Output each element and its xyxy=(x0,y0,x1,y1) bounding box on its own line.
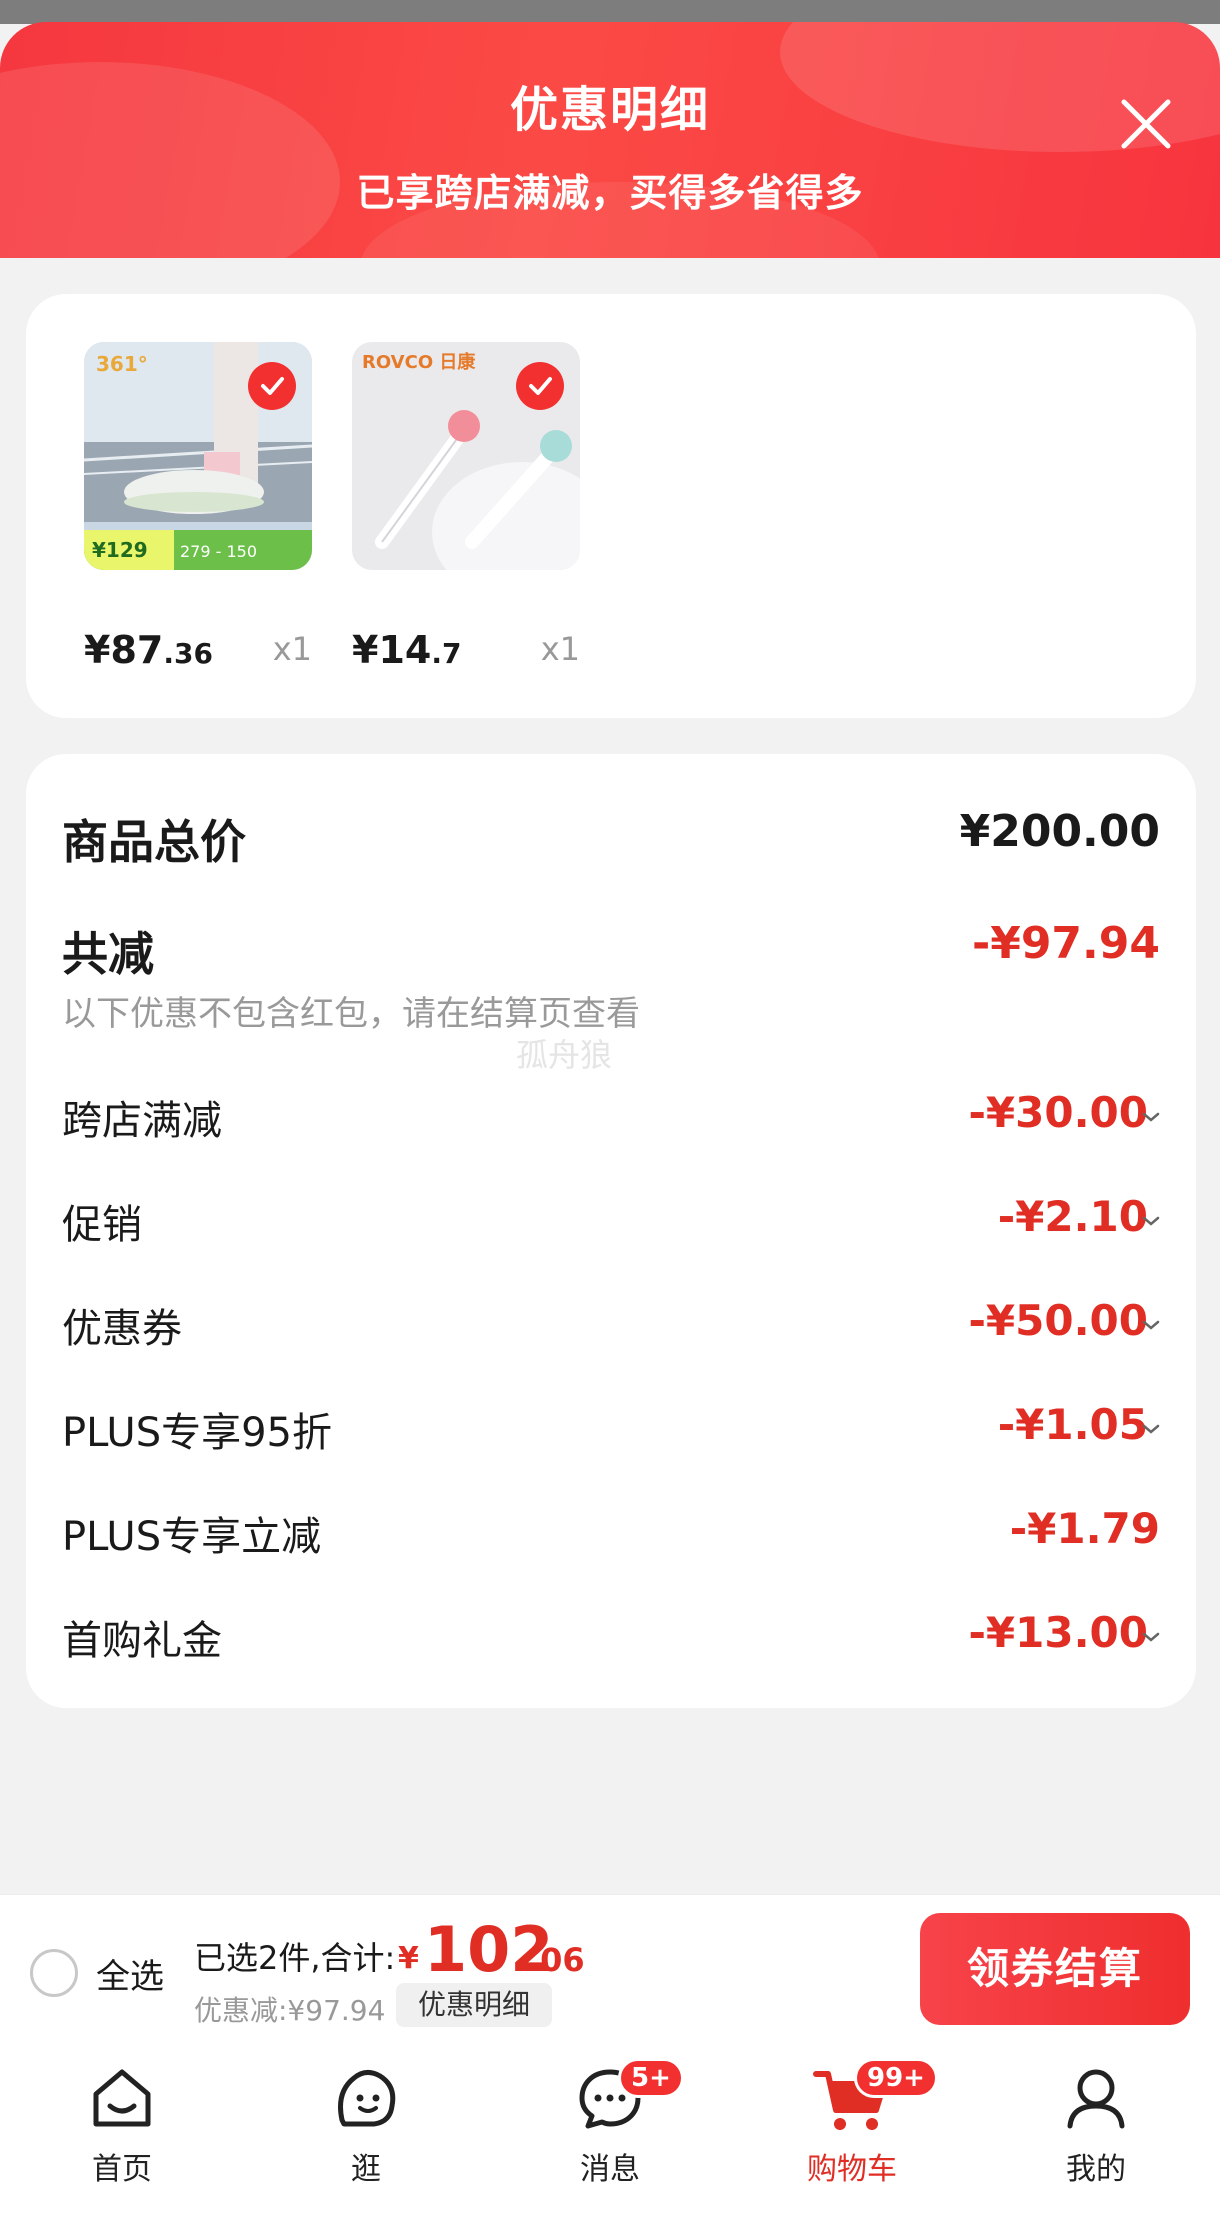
discount-detail-button[interactable]: 优惠明细 xyxy=(396,1983,552,2027)
total-price-value: ¥200.00 xyxy=(959,806,1160,857)
total-price-label: 商品总价 xyxy=(62,815,246,869)
home-icon xyxy=(93,2069,151,2127)
discount-row-coupon[interactable]: 优惠券 -¥50.00 xyxy=(62,1296,1160,1356)
chevron-down-icon xyxy=(1142,1216,1160,1226)
tab-cart[interactable]: 购物车 99+ xyxy=(772,2058,938,2212)
discount-note: 以下优惠不包含红包，请在结算页查看 xyxy=(62,994,640,1034)
discount-label: 跨店满减 xyxy=(62,1098,222,1144)
total-reduction-label: 共减 xyxy=(62,927,154,981)
discount-detail-header: 优惠明细 已享跨店满减，买得多省得多 xyxy=(0,22,1220,258)
checkout-button[interactable]: 领券结算 xyxy=(920,1913,1190,2025)
image-price-tag: ¥129 xyxy=(92,538,148,562)
check-icon xyxy=(516,362,564,410)
chevron-down-icon xyxy=(1142,1320,1160,1330)
message-badge: 5+ xyxy=(618,2058,684,2098)
cart-badge: 99+ xyxy=(854,2058,938,2098)
select-all-radio[interactable] xyxy=(30,1949,78,1997)
discount-row-plus-instant: PLUS专享立减 -¥1.79 xyxy=(62,1504,1160,1564)
product-image: 361° ¥129 279 - 150 xyxy=(84,342,312,570)
total-reduction-value: -¥97.94 xyxy=(971,918,1160,969)
product-price-row: ¥14.7 x1 xyxy=(352,618,580,678)
chevron-down-icon xyxy=(1142,1424,1160,1434)
tab-profile[interactable]: 我的 xyxy=(1016,2062,1176,2212)
discount-value: -¥2.10 xyxy=(998,1192,1160,1241)
product-price-row: ¥87.36 x1 xyxy=(84,618,312,678)
tab-home[interactable]: 首页 xyxy=(42,2062,202,2212)
watermark: 孤舟狼 xyxy=(516,1036,613,1074)
checkout-bar: 全选 已选2件,合计: ¥ 102 .06 优惠减:¥97.94 优惠明细 领券… xyxy=(0,1894,1220,2044)
discount-row-cross-store[interactable]: 跨店满减 -¥30.00 xyxy=(62,1088,1160,1148)
product-price: ¥14.7 xyxy=(352,628,462,672)
chevron-down-icon xyxy=(1142,1632,1160,1642)
discount-value: -¥1.05 xyxy=(998,1400,1160,1449)
discount-label: 优惠券 xyxy=(62,1306,182,1352)
product-item[interactable]: 361° ¥129 279 - 150 ¥87.36 x1 xyxy=(84,342,312,672)
total-reduction-row: 共减 -¥97.94 xyxy=(62,918,1160,981)
close-icon[interactable] xyxy=(1116,94,1176,154)
selected-count-text: 已选2件,合计: xyxy=(194,1939,396,1977)
tab-messages[interactable]: 消息 5+ xyxy=(530,2058,690,2212)
brand-logo: ROVCO 日康 xyxy=(362,352,476,373)
tab-browse[interactable]: 逛 xyxy=(286,2062,446,2212)
check-icon xyxy=(248,362,296,410)
discount-label: PLUS专享立减 xyxy=(62,1514,322,1560)
browse-icon xyxy=(338,2070,396,2127)
discount-row-plus-95[interactable]: PLUS专享95折 -¥1.05 xyxy=(62,1400,1160,1460)
product-price: ¥87.36 xyxy=(84,628,213,672)
total-currency: ¥ xyxy=(398,1941,419,1976)
discount-row-promotion[interactable]: 促销 -¥2.10 xyxy=(62,1192,1160,1252)
discount-amount-text: 优惠减:¥97.94 xyxy=(194,1994,386,2027)
product-quantity: x1 xyxy=(540,630,580,668)
status-bar xyxy=(0,0,1220,24)
discount-value: -¥50.00 xyxy=(968,1296,1160,1345)
page-title: 优惠明细 xyxy=(509,82,710,138)
discount-summary-card: 商品总价 ¥200.00 共减 -¥97.94 以下优惠不包含红包，请在结算页查… xyxy=(26,754,1196,1708)
product-image: ROVCO 日康 xyxy=(352,342,580,570)
page-subtitle: 已享跨店满减，买得多省得多 xyxy=(356,171,864,215)
discount-value: -¥30.00 xyxy=(968,1088,1160,1137)
profile-icon xyxy=(1067,2069,1125,2129)
discount-label: 首购礼金 xyxy=(62,1618,222,1664)
select-all-label[interactable]: 全选 xyxy=(96,1949,164,1998)
discount-value: -¥13.00 xyxy=(968,1608,1160,1657)
total-amount-decimal: .06 xyxy=(528,1941,585,1979)
product-quantity: x1 xyxy=(272,630,312,668)
total-price-row: 商品总价 ¥200.00 xyxy=(62,806,1160,869)
image-promo-text: 279 - 150 xyxy=(180,542,258,561)
brand-logo: 361° xyxy=(96,352,148,376)
discount-label: 促销 xyxy=(62,1202,142,1248)
product-list-card: 361° ¥129 279 - 150 ¥87.36 x1 ROVCO 日康 ¥… xyxy=(26,294,1196,718)
bottom-tab-bar: 首页 逛 消息 5+ 购物车 99+ 我的 xyxy=(0,2044,1220,2224)
discount-value: -¥1.79 xyxy=(1009,1504,1160,1553)
product-item[interactable]: ROVCO 日康 ¥14.7 x1 xyxy=(352,342,580,672)
discount-label: PLUS专享95折 xyxy=(62,1410,332,1456)
discount-row-first-purchase[interactable]: 首购礼金 -¥13.00 xyxy=(62,1608,1160,1668)
chevron-down-icon xyxy=(1142,1112,1160,1122)
